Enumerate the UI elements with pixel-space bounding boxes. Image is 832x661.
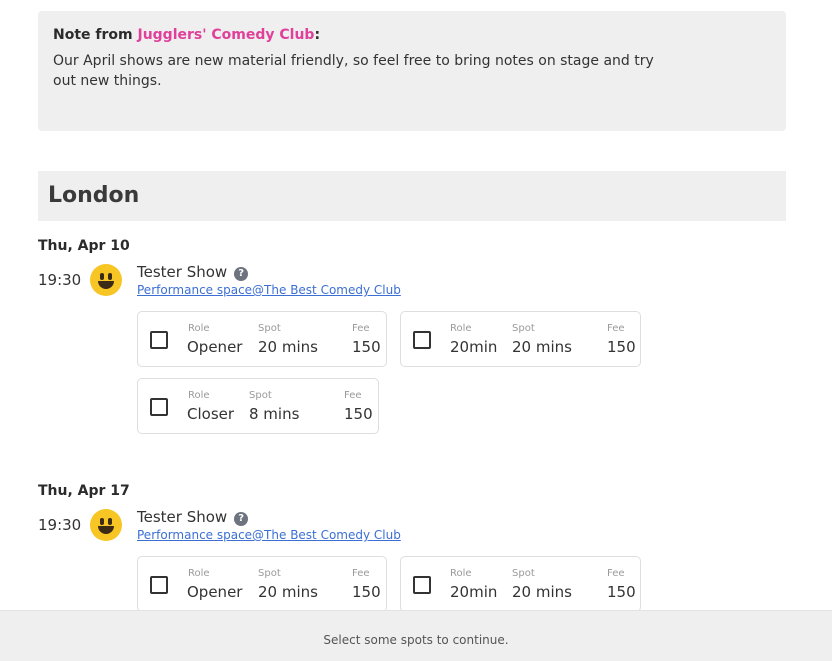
fee-label: Fee [352, 568, 370, 579]
role-value: 20min [450, 583, 498, 601]
venue-link[interactable]: Performance space@The Best Comedy Club [137, 528, 401, 542]
spot-label: Spot [258, 323, 281, 334]
spot-value: 20 mins [258, 583, 318, 601]
spot-label: Spot [512, 323, 535, 334]
smiley-icon [90, 509, 122, 541]
club-name: Jugglers' Comedy Club [137, 27, 315, 43]
fee-value: 150 [352, 583, 381, 601]
note-heading: Note from Jugglers' Comedy Club: [53, 27, 771, 43]
show-title-text: Tester Show [137, 263, 228, 281]
fee-value: 150 [344, 405, 373, 423]
show-title: Tester Show? [137, 263, 249, 281]
role-value: 20min [450, 338, 498, 356]
spot-checkbox[interactable] [150, 331, 168, 349]
spot-value: 20 mins [512, 583, 572, 601]
spot-label: Spot [258, 568, 281, 579]
spot-label: Spot [512, 568, 535, 579]
venue-link[interactable]: Performance space@The Best Comedy Club [137, 283, 401, 297]
role-label: Role [188, 323, 210, 334]
spot-value: 8 mins [249, 405, 300, 423]
role-value: Opener [187, 338, 243, 356]
continue-footer: Select some spots to continue. [0, 610, 832, 661]
role-label: Role [450, 323, 472, 334]
fee-label: Fee [607, 568, 625, 579]
show-time: 19:30 [38, 271, 82, 289]
fee-value: 150 [352, 338, 381, 356]
show-title: Tester Show? [137, 508, 249, 526]
role-value: Closer [187, 405, 235, 423]
help-icon[interactable]: ? [234, 512, 249, 526]
note-prefix: Note from [53, 27, 138, 43]
club-note: Note from Jugglers' Comedy Club: Our Apr… [38, 11, 786, 131]
fee-label: Fee [344, 390, 362, 401]
fee-label: Fee [352, 323, 370, 334]
show-time: 19:30 [38, 516, 82, 534]
spot-label: Spot [249, 390, 272, 401]
spot-card[interactable]: Role Opener Spot 20 mins Fee 150 [137, 556, 387, 612]
spot-checkbox[interactable] [150, 576, 168, 594]
city-heading: London [38, 171, 786, 221]
role-value: Opener [187, 583, 243, 601]
spot-value: 20 mins [258, 338, 318, 356]
spot-checkbox[interactable] [413, 576, 431, 594]
role-label: Role [188, 568, 210, 579]
spot-card[interactable]: Role 20min Spot 20 mins Fee 150 [400, 311, 641, 367]
spot-card[interactable]: Role Closer Spot 8 mins Fee 150 [137, 378, 379, 434]
spot-card[interactable]: Role 20min Spot 20 mins Fee 150 [400, 556, 641, 612]
note-body: Our April shows are new material friendl… [53, 53, 654, 89]
smiley-icon [90, 264, 122, 296]
spot-checkbox[interactable] [413, 331, 431, 349]
spot-value: 20 mins [512, 338, 572, 356]
spot-checkbox[interactable] [150, 398, 168, 416]
fee-label: Fee [607, 323, 625, 334]
role-label: Role [188, 390, 210, 401]
show-title-text: Tester Show [137, 508, 228, 526]
fee-value: 150 [607, 583, 636, 601]
help-icon[interactable]: ? [234, 267, 249, 281]
show-date: Thu, Apr 10 [38, 238, 130, 254]
role-label: Role [450, 568, 472, 579]
fee-value: 150 [607, 338, 636, 356]
show-date: Thu, Apr 17 [38, 483, 130, 499]
note-suffix: : [314, 27, 321, 43]
spot-card[interactable]: Role Opener Spot 20 mins Fee 150 [137, 311, 387, 367]
